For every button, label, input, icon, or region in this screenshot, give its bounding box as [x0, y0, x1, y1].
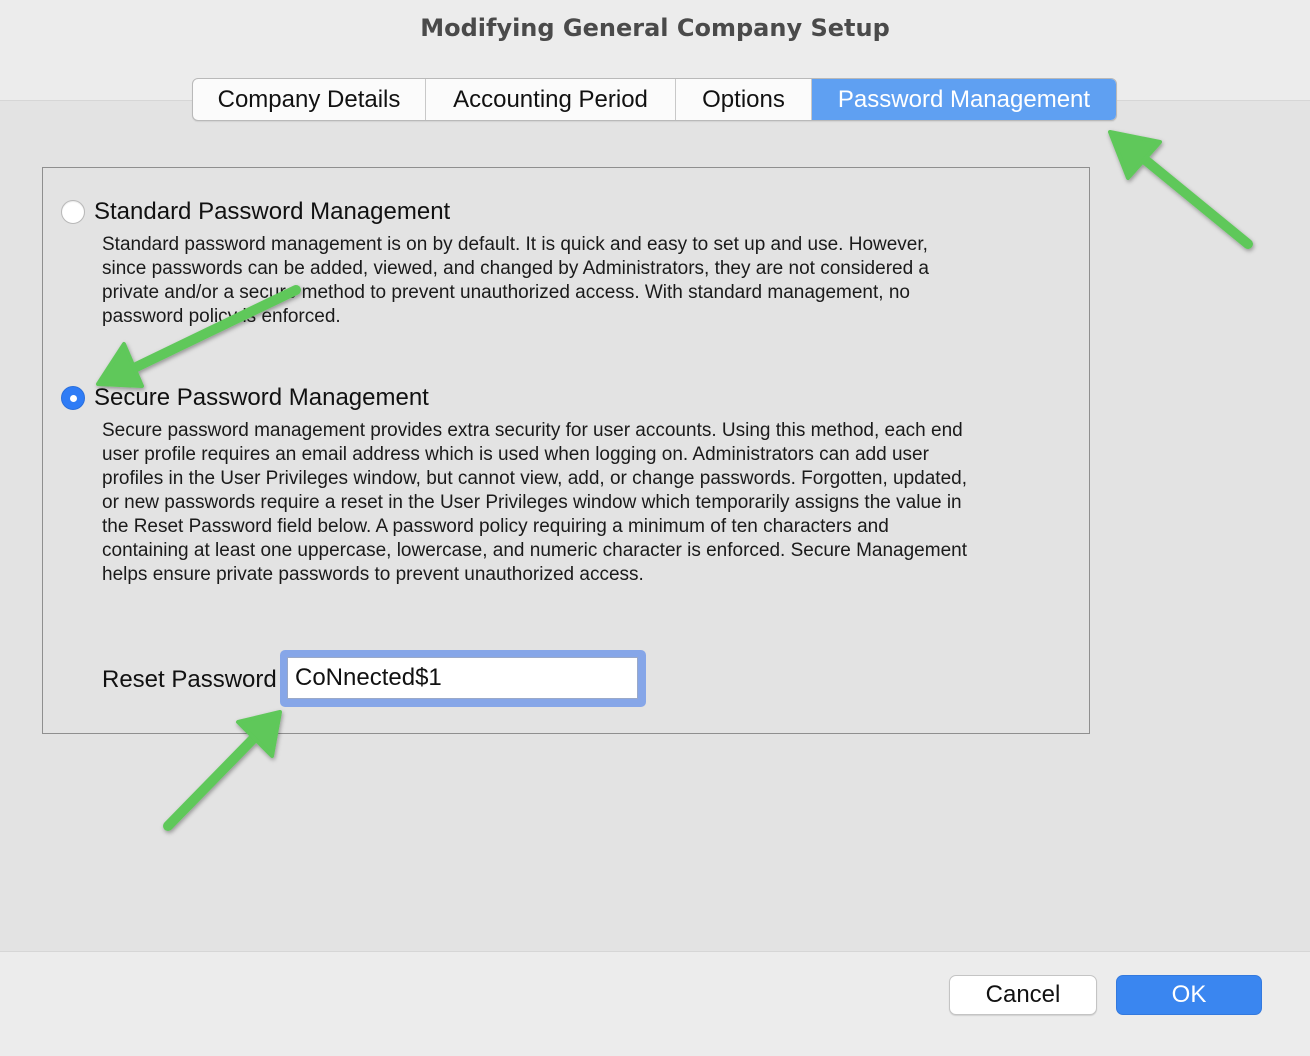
tab-password-management[interactable]: Password Management	[812, 79, 1116, 120]
standard-password-radio[interactable]	[61, 200, 85, 224]
dialog-window: Modifying General Company Setup Company …	[0, 0, 1310, 1056]
description-line: profiles in the User Privileges window, …	[102, 468, 967, 489]
secure-password-radio[interactable]	[61, 386, 85, 410]
description-line: the Reset Password field below. A passwo…	[102, 516, 889, 537]
standard-password-description: Standard password management is on by de…	[102, 233, 1042, 329]
description-line: containing at least one uppercase, lower…	[102, 540, 967, 561]
secure-password-label[interactable]: Secure Password Management	[94, 384, 429, 412]
description-line: helps ensure private passwords to preven…	[102, 564, 644, 585]
description-line: user profile requires an email address w…	[102, 444, 929, 465]
tab-company-details[interactable]: Company Details	[193, 79, 426, 120]
description-line: since passwords can be added, viewed, an…	[102, 258, 930, 279]
tab-bar: Company Details Accounting Period Option…	[192, 78, 1117, 121]
description-line: password policy is enforced.	[102, 306, 341, 327]
description-line: Standard password management is on by de…	[102, 234, 928, 255]
description-line: Secure password management provides extr…	[102, 420, 963, 441]
description-line: private and/or a secure method to preven…	[102, 282, 910, 303]
secure-password-description: Secure password management provides extr…	[102, 419, 1042, 587]
standard-password-label[interactable]: Standard Password Management	[94, 198, 450, 226]
description-line: or new passwords require a reset in the …	[102, 492, 962, 513]
tab-accounting-period[interactable]: Accounting Period	[426, 79, 676, 120]
cancel-button[interactable]: Cancel	[949, 975, 1097, 1015]
ok-button[interactable]: OK	[1116, 975, 1262, 1015]
reset-password-label: Reset Password	[102, 666, 277, 693]
reset-password-input[interactable]	[287, 657, 638, 699]
tab-options[interactable]: Options	[676, 79, 812, 120]
window-title: Modifying General Company Setup	[420, 14, 890, 42]
